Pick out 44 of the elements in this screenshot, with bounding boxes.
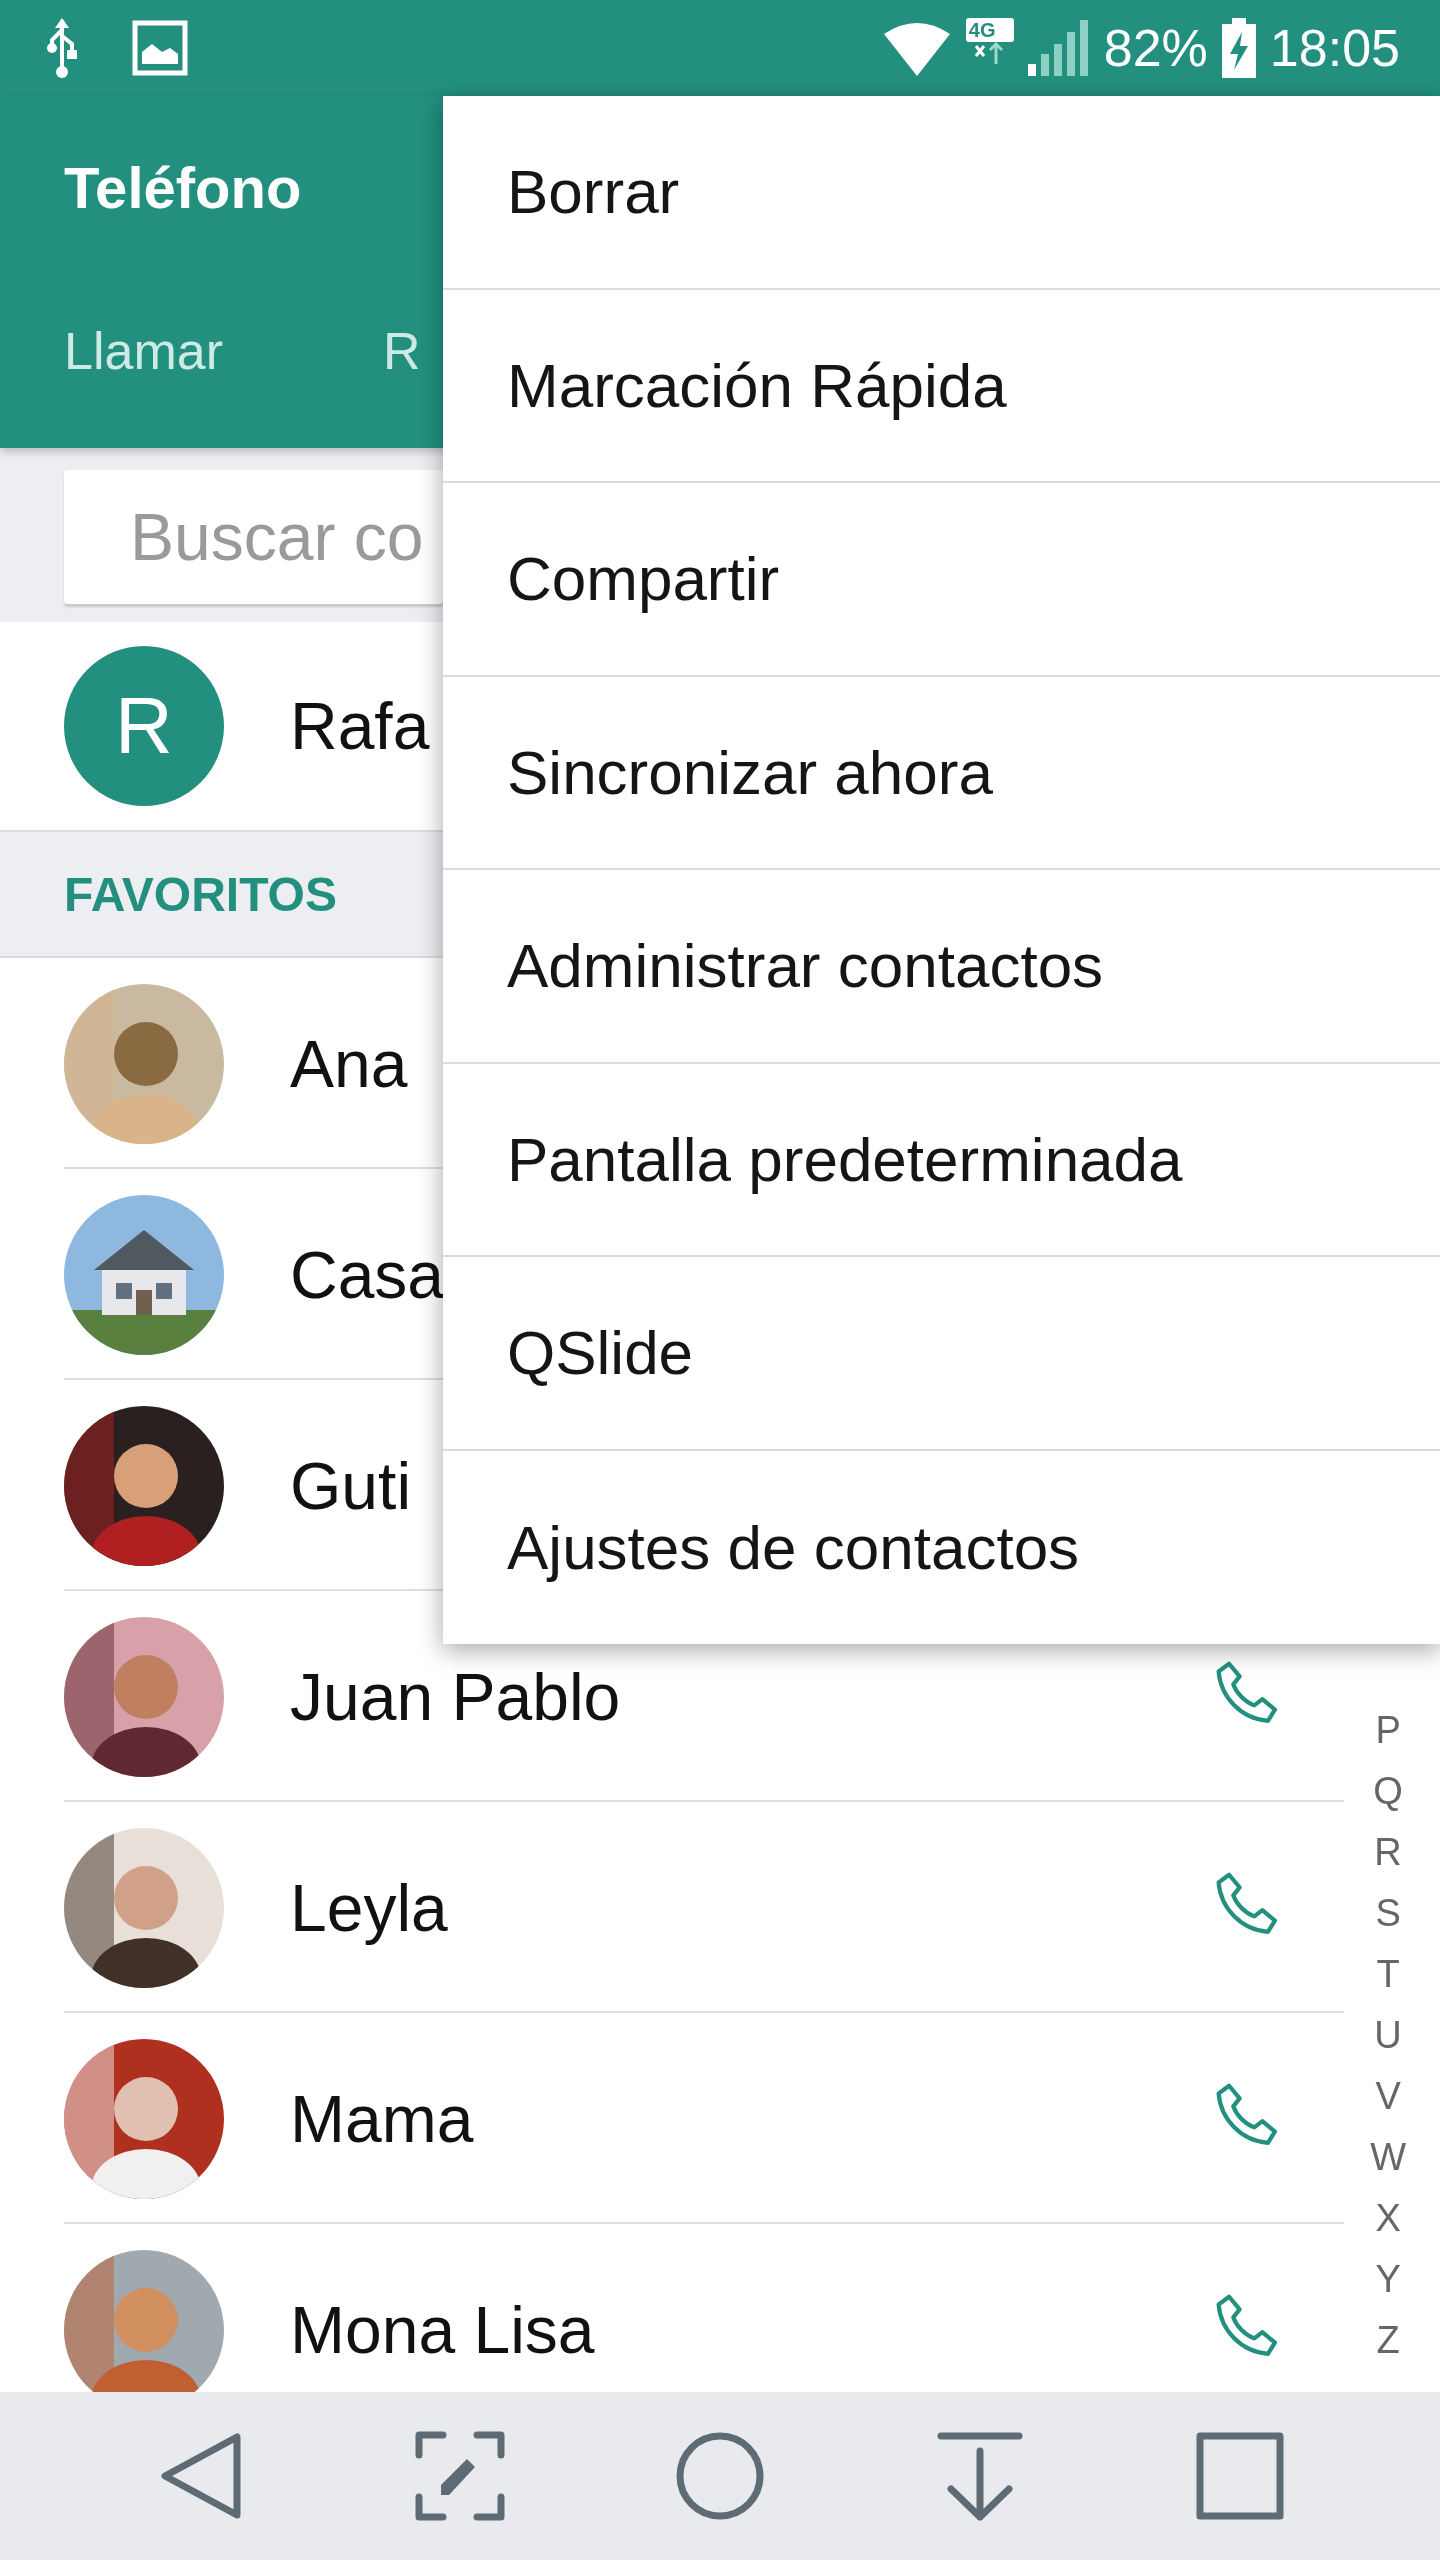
menu-item[interactable]: Pantalla predeterminada [443,1063,1440,1257]
clock: 18:05 [1269,18,1400,78]
index-letter[interactable]: U [1374,2005,1402,2066]
image-icon [132,20,188,76]
index-letter[interactable]: R [1374,1822,1402,1883]
index-letter[interactable]: X [1375,2188,1401,2249]
avatar-initial: R [64,646,224,806]
index-letter[interactable]: Y [1375,2249,1401,2310]
menu-item[interactable]: QSlide [443,1257,1440,1451]
notification-pull-down-icon[interactable] [935,2431,1025,2521]
index-letter[interactable]: S [1375,1883,1401,1944]
menu-item[interactable]: Borrar [443,96,1440,290]
menu-item[interactable]: Ajustes de contactos [443,1450,1440,1644]
contact-name: Mona Lisa [290,2291,596,2368]
battery-charging-icon [1221,18,1256,78]
index-letter[interactable]: V [1375,2066,1401,2127]
search-field[interactable]: Buscar co [64,470,443,604]
signal-icon [1027,18,1090,78]
home-icon[interactable] [675,2431,765,2521]
tab[interactable]: Llamar [64,321,223,381]
contact-name: Guti [290,1447,413,1524]
screen-capture-icon[interactable] [415,2431,505,2521]
index-letter[interactable]: Q [1373,1761,1403,1822]
index-letter[interactable]: Z [1376,2310,1400,2371]
index-letter[interactable]: P [1375,1700,1401,1761]
tab[interactable]: R [382,321,421,381]
contact-name: Rafa [290,688,431,764]
contact-name: Casa [290,1236,446,1313]
battery-percentage: 82% [1103,18,1208,78]
contact-name: Mama [290,2080,475,2157]
wifi-icon [881,20,952,76]
menu-item[interactable]: Marcación Rápida [443,289,1440,483]
menu-item[interactable]: Administrar contactos [443,870,1440,1064]
contact-name: Juan Pablo [290,1658,622,1735]
menu-item[interactable]: Sincronizar ahora [443,676,1440,870]
app-title: Teléfono [64,154,302,221]
contact-name: Leyla [290,1869,449,1946]
recent-apps-icon[interactable] [1195,2431,1285,2521]
network-label: 4G [965,18,1014,42]
section-header: FAVORITOS [64,866,337,922]
index-letter[interactable]: T [1376,1944,1400,2005]
contact-name: Ana [290,1025,409,1102]
index-letter[interactable]: W [1370,2127,1406,2188]
menu-item[interactable]: Compartir [443,483,1440,677]
